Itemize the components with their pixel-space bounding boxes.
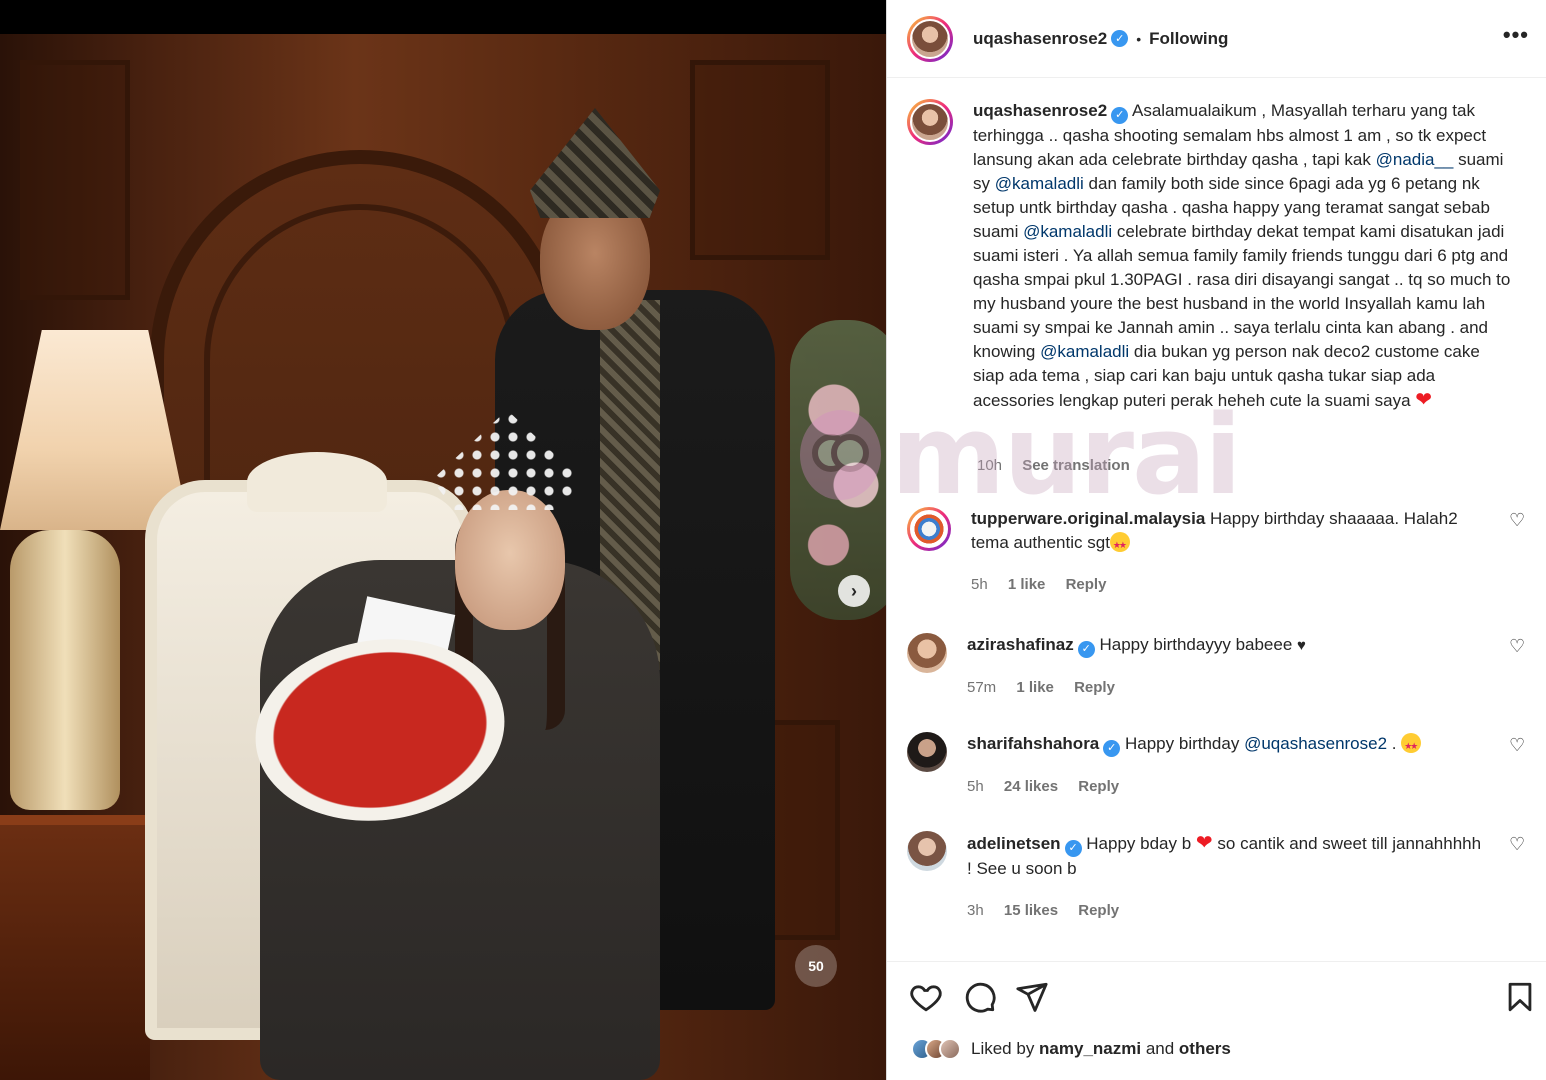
comment-likes[interactable]: 24 likes (1004, 778, 1058, 795)
star-struck-emoji (1401, 733, 1422, 758)
heart-outline-icon[interactable]: ♡ (1509, 637, 1527, 655)
comment-item: sharifahshahora ✓ Happy birthday @uqashas… (907, 732, 1527, 799)
reply-button[interactable]: Reply (1066, 576, 1107, 593)
comment-avatar[interactable] (907, 732, 947, 772)
comment-time: 5h (971, 576, 988, 593)
comment-likes[interactable]: 15 likes (1004, 902, 1058, 919)
comment-text: Happy birthday (1125, 734, 1245, 753)
liker-avatar[interactable] (939, 1038, 961, 1060)
liked-by-prefix: Liked by (971, 1039, 1040, 1058)
liked-by-text: Liked by namy_nazmi and others (971, 1039, 1231, 1059)
star-struck-emoji (1109, 532, 1130, 557)
post-header: uqashasenrose2 ✓ • Following ••• (887, 0, 1546, 78)
flower-arrangement (790, 320, 886, 620)
verified-badge-icon: ✓ (1111, 106, 1129, 124)
bookmark-icon[interactable] (1503, 980, 1537, 1014)
comment-avatar[interactable] (907, 507, 951, 551)
comment-body: azirashafinaz ✓ Happy birthdayyy babeee ♥… (967, 633, 1487, 700)
comment-time: 5h (967, 777, 984, 795)
reply-button[interactable]: Reply (1074, 679, 1115, 696)
comment-likes[interactable]: 1 like (1016, 679, 1054, 696)
wood-panel (690, 60, 830, 260)
caption-text: uqashasenrose2 ✓ Asalamualaikum , Masyall… (973, 99, 1513, 413)
caption-username[interactable]: uqashasenrose2 (973, 101, 1107, 120)
comment-time: 57m (967, 679, 997, 696)
comment-username[interactable]: adelinetsen (967, 834, 1061, 853)
mention-link[interactable]: @kamaladli (1023, 222, 1112, 241)
author-username[interactable]: uqashasenrose2 (973, 29, 1107, 49)
caption-time: 10h (977, 457, 1003, 474)
caption: uqashasenrose2 ✓ Asalamualaikum , Masyall… (907, 99, 1527, 413)
comment-username[interactable]: azirashafinaz (967, 635, 1074, 654)
wood-panel (20, 60, 130, 300)
comment-username[interactable]: sharifahshahora (967, 734, 1099, 753)
chevron-right-icon: › (851, 580, 857, 601)
comment-avatar[interactable] (907, 831, 947, 871)
reply-button[interactable]: Reply (1078, 902, 1119, 919)
paper-plane-icon[interactable] (1015, 980, 1049, 1014)
comment-item: azirashafinaz ✓ Happy birthdayyy babeee ♥… (907, 633, 1527, 700)
comments-area[interactable]: uqashasenrose2 ✓ Asalamualaikum , Masyall… (887, 79, 1546, 961)
see-translation-link[interactable]: See translation (1022, 457, 1130, 474)
liked-by-and: and (1141, 1039, 1179, 1058)
comment-meta: 3h 15 likes Reply (967, 899, 1487, 923)
black-heart-emoji: ♥ (1297, 637, 1306, 654)
caption-segment: celebrate birthday dekat tempat kami dis… (973, 221, 1511, 361)
photo-corner-badge: 50 (795, 945, 837, 987)
heart-outline-icon[interactable] (909, 980, 943, 1014)
verified-badge-icon: ✓ (1103, 739, 1121, 757)
comment-text: Happy bday b (1086, 834, 1196, 853)
comment-item: tupperware.original.malaysia Happy birth… (907, 507, 1527, 597)
red-heart-emoji: ❤ (1195, 832, 1213, 854)
more-horizontal-icon[interactable]: ••• (1503, 22, 1529, 48)
comment-body: sharifahshahora ✓ Happy birthday @uqashas… (967, 732, 1487, 799)
comment-time: 3h (967, 901, 984, 919)
verified-badge-icon: ✓ (1111, 30, 1129, 47)
side-table (0, 815, 150, 1080)
comment-item: adelinetsen ✓ Happy bday b ❤ so cantik an… (907, 831, 1527, 923)
comment-likes[interactable]: 1 like (1008, 576, 1046, 593)
red-heart-emoji: ❤ (1415, 388, 1433, 411)
liked-by-others[interactable]: others (1179, 1039, 1231, 1058)
verified-badge-icon: ✓ (1064, 839, 1082, 857)
mention-link[interactable]: @kamaladli (1040, 342, 1129, 361)
verified-badge-icon: ✓ (1077, 640, 1095, 658)
woman-head (455, 490, 565, 630)
caption-meta: 10h See translation (977, 457, 1146, 474)
comment-bubble-icon[interactable] (963, 980, 997, 1014)
comment-meta: 5h 24 likes Reply (967, 775, 1487, 799)
heart-outline-icon[interactable]: ♡ (1509, 511, 1527, 529)
caption-avatar[interactable] (907, 99, 953, 145)
tengkolok-headwear (530, 108, 660, 218)
comment-meta: 5h 1 like Reply (971, 573, 1491, 597)
heart-outline-icon[interactable]: ♡ (1509, 835, 1527, 853)
post-actions: Liked by namy_nazmi and others (887, 961, 1546, 1080)
comment-avatar[interactable] (907, 633, 947, 673)
comment-text: . (1387, 734, 1402, 753)
author-avatar[interactable] (907, 15, 953, 62)
heart-outline-icon[interactable]: ♡ (1509, 736, 1527, 754)
comment-body: tupperware.original.malaysia Happy birth… (971, 507, 1491, 597)
comment-body: adelinetsen ✓ Happy bday b ❤ so cantik an… (967, 831, 1487, 923)
comment-meta: 57m 1 like Reply (967, 676, 1487, 700)
photo-top-border (0, 0, 886, 34)
mention-link[interactable]: @kamaladli (995, 174, 1084, 193)
lamp-base (10, 530, 120, 810)
mention-link[interactable]: @nadia__ (1376, 150, 1454, 169)
comment-text: Happy birthdayyy babeee (1099, 635, 1293, 654)
liked-by-row: Liked by namy_nazmi and others (911, 1038, 1231, 1060)
post-photo[interactable]: 50 › (0, 0, 886, 1080)
post-sidebar: uqashasenrose2 ✓ • Following ••• uqashas… (886, 0, 1546, 1080)
separator-dot: • (1136, 30, 1142, 47)
mention-link[interactable]: @uqashasenrose2 (1244, 734, 1387, 753)
liker-username[interactable]: namy_nazmi (1039, 1039, 1141, 1058)
following-button[interactable]: Following (1149, 29, 1228, 49)
author-info: uqashasenrose2 ✓ • Following (973, 29, 1228, 49)
reply-button[interactable]: Reply (1078, 778, 1119, 795)
comment-username[interactable]: tupperware.original.malaysia (971, 509, 1205, 528)
carousel-next-button[interactable]: › (838, 575, 870, 607)
